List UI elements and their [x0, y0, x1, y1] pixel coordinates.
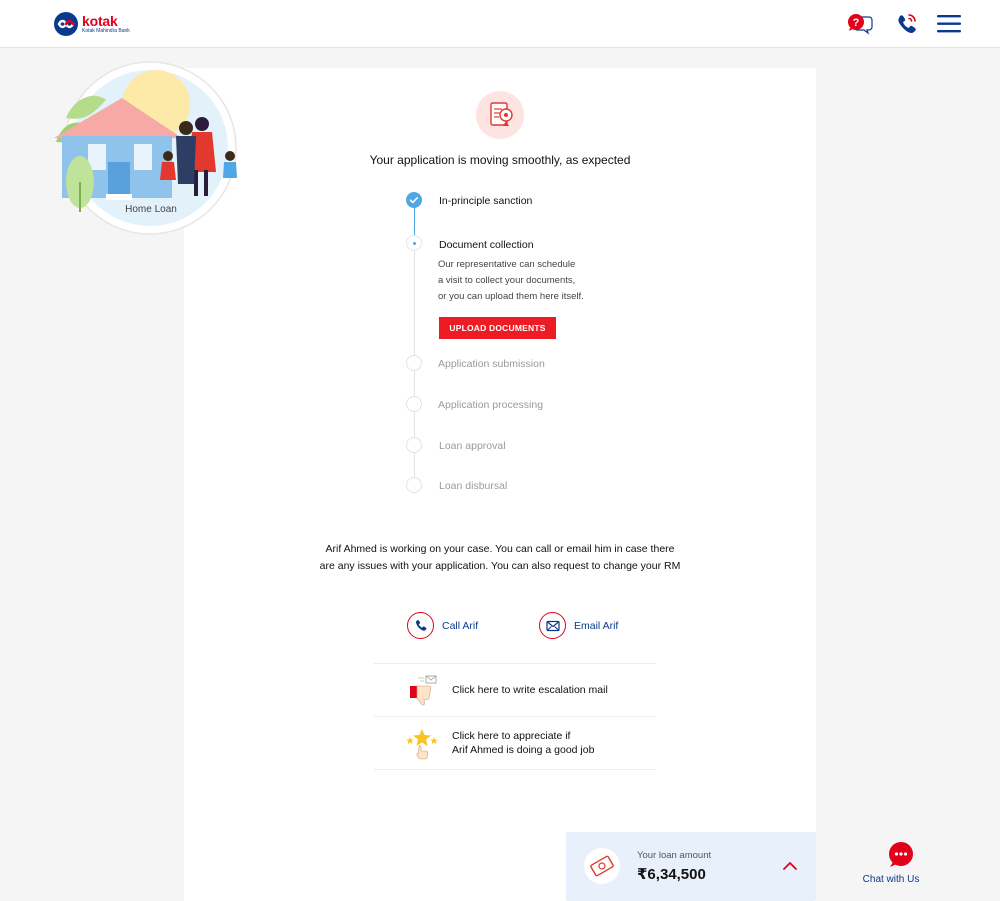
email-rm-button[interactable]: Email Arif	[539, 612, 618, 639]
appreciate-rm-link[interactable]: Click here to appreciate if Arif Ahmed i…	[374, 716, 656, 769]
step-description: Our representative can schedule a visit …	[438, 259, 584, 302]
hamburger-menu-icon[interactable]	[937, 15, 961, 38]
timeline-connector-done	[414, 208, 415, 238]
kotak-logo[interactable]: kotak Kotak Mahindra Bank	[54, 12, 130, 36]
rm-message: Arif Ahmed is working on your case. You …	[319, 543, 681, 572]
email-rm-label: Email Arif	[574, 619, 619, 632]
chat-with-us-button[interactable]: Chat with Us	[856, 842, 926, 885]
current-step-dot-icon	[406, 235, 422, 251]
pending-step-dot-icon	[406, 477, 422, 493]
escalation-mail-link[interactable]: Click here to write escalation mail	[374, 663, 656, 716]
top-header: kotak Kotak Mahindra Bank ?	[0, 0, 1000, 48]
money-note-icon	[584, 848, 620, 884]
loan-amount-panel[interactable]: Your loan amount ₹6,34,500	[566, 832, 816, 901]
check-icon	[406, 192, 422, 208]
pending-step-dot-icon	[406, 437, 422, 453]
phone-icon	[407, 612, 434, 639]
brand-name: kotak	[82, 13, 118, 29]
step-in-principle-sanction: In-principle sanction	[439, 195, 533, 207]
appreciate-rm-text: Click here to appreciate if Arif Ahmed i…	[452, 730, 595, 756]
kotak-logo-icon	[54, 12, 78, 36]
call-rm-label: Call Arif	[442, 619, 479, 632]
help-chat-icon[interactable]: ?	[846, 12, 874, 41]
status-title: Your application is moving smoothly, as …	[369, 153, 631, 167]
mail-icon	[539, 612, 566, 639]
thumbs-down-mail-icon	[404, 672, 440, 708]
upload-documents-button[interactable]: UPLOAD DOCUMENTS	[439, 317, 556, 339]
step-loan-disbursal: Loan disbursal	[439, 480, 508, 492]
product-label: Home Loan	[125, 204, 177, 215]
chevron-up-icon[interactable]	[780, 858, 800, 874]
phone-icon[interactable]	[895, 12, 917, 41]
step-document-collection: Document collection	[439, 239, 534, 251]
pending-step-dot-icon	[406, 355, 422, 371]
step-loan-approval: Loan approval	[439, 440, 506, 452]
loan-amount-value: ₹6,34,500	[637, 866, 706, 883]
stars-hand-icon	[404, 725, 440, 761]
chat-label: Chat with Us	[862, 874, 920, 885]
call-rm-button[interactable]: Call Arif	[407, 612, 478, 639]
step-application-processing: Application processing	[438, 399, 544, 411]
loan-amount-label: Your loan amount	[637, 850, 712, 861]
brand-subtitle: Kotak Mahindra Bank	[82, 28, 130, 34]
svg-text:?: ?	[853, 17, 860, 29]
step-application-submission: Application submission	[438, 358, 545, 370]
escalation-mail-text: Click here to write escalation mail	[452, 684, 608, 696]
chat-bubble-icon	[878, 842, 926, 873]
divider	[374, 769, 656, 770]
pending-step-dot-icon	[406, 396, 422, 412]
application-document-icon	[476, 91, 524, 139]
